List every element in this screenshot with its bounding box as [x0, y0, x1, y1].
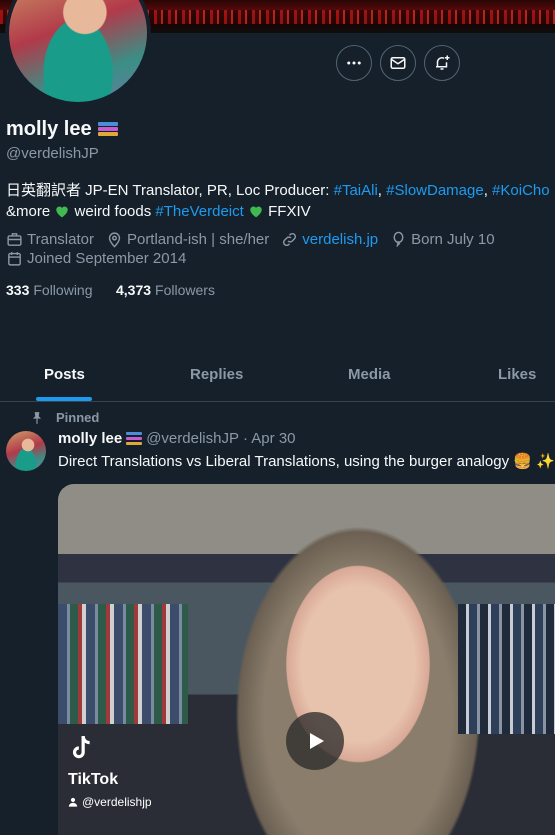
- followers-count: 4,373: [116, 282, 152, 298]
- bio-text: 日英翻訳者 JP-EN Translator, PR, Loc Producer…: [6, 182, 334, 199]
- meta-birthday-text: Born July 10: [411, 231, 495, 248]
- meta-job: Translator: [6, 231, 94, 248]
- followers-label: Followers: [155, 282, 215, 298]
- post-author-handle[interactable]: @verdelishJP: [146, 430, 239, 447]
- video-background-shelf: [458, 604, 555, 734]
- hashtag-link[interactable]: #KoiCho: [492, 182, 550, 199]
- tiktok-logo-icon: [72, 736, 90, 759]
- profile-avatar[interactable]: [5, 0, 151, 106]
- play-icon: [310, 733, 324, 749]
- post-text: Direct Translations vs Liberal Translati…: [58, 453, 555, 470]
- books-emoji-icon: [97, 121, 118, 139]
- books-emoji-icon: [126, 431, 143, 446]
- link-icon: [283, 232, 297, 247]
- bio-text: ,: [483, 182, 493, 199]
- tab-posts[interactable]: Posts: [44, 352, 85, 401]
- tiktok-username: @verdelishjp: [82, 795, 152, 809]
- active-tab-indicator: [36, 397, 92, 401]
- bio-text: &more: [6, 203, 55, 220]
- hashtag-link[interactable]: #TaiAli: [334, 182, 378, 199]
- bio-text: FFXIV: [263, 203, 311, 220]
- meta-website[interactable]: verdelish.jp: [281, 231, 378, 248]
- envelope-icon: [390, 57, 406, 69]
- meta-location: Portland-ish | she/her: [106, 231, 269, 248]
- play-button[interactable]: [286, 712, 344, 770]
- tiktok-brand: TikTok: [68, 771, 119, 788]
- following-count: 333: [6, 282, 30, 298]
- subscribe-notifications-button[interactable]: [424, 45, 460, 81]
- meta-joined-text: Joined September 2014: [27, 250, 187, 267]
- user-icon: [68, 797, 78, 807]
- location-pin-icon: [108, 232, 121, 248]
- pin-icon: [32, 411, 42, 424]
- video-background-shelf: [58, 604, 188, 724]
- followers-link[interactable]: 4,373 Followers: [116, 282, 215, 298]
- bell-plus-icon: [436, 55, 450, 70]
- bio-text: ,: [377, 182, 387, 199]
- profile-meta-row: Translator Portland-ish | she/her verdel…: [6, 231, 507, 248]
- balloon-icon: [393, 231, 404, 247]
- website-link[interactable]: verdelish.jp: [302, 231, 378, 248]
- green-heart-icon: [250, 206, 262, 218]
- calendar-icon: [8, 252, 21, 266]
- hashtag-link[interactable]: #SlowDamage: [386, 182, 484, 199]
- post-header: molly lee @verdelishJP · Apr 30: [58, 430, 296, 447]
- meta-joined: Joined September 2014: [6, 250, 186, 267]
- pinned-indicator: Pinned: [30, 410, 99, 425]
- profile-joined-row: Joined September 2014: [6, 250, 198, 267]
- tab-likes[interactable]: Likes: [498, 352, 536, 401]
- profile-handle: @verdelishJP: [6, 145, 99, 162]
- more-options-button[interactable]: [336, 45, 372, 81]
- tab-media[interactable]: Media: [348, 352, 391, 401]
- hashtag-link[interactable]: #TheVerdeict: [155, 203, 243, 220]
- message-button[interactable]: [380, 45, 416, 81]
- post-author-name[interactable]: molly lee: [58, 430, 122, 447]
- post-date[interactable]: · Apr 30: [243, 430, 296, 447]
- pinned-label: Pinned: [56, 410, 100, 425]
- meta-birthday: Born July 10: [390, 231, 495, 248]
- green-heart-icon: [56, 206, 69, 218]
- bio-text: weird foods: [70, 203, 156, 220]
- tiktok-user: @verdelishjp: [68, 795, 152, 809]
- more-icon: [347, 61, 361, 65]
- post-author-avatar[interactable]: [6, 431, 46, 471]
- profile-bio: 日英翻訳者 JP-EN Translator, PR, Loc Producer…: [6, 180, 555, 222]
- profile-name: molly lee: [6, 118, 118, 141]
- tab-replies[interactable]: Replies: [190, 352, 243, 401]
- meta-location-text: Portland-ish | she/her: [126, 231, 270, 248]
- profile-name-text: molly lee: [6, 118, 92, 140]
- profile-tabs: Posts Replies Media Likes: [0, 352, 555, 402]
- meta-job-text: Translator: [27, 231, 94, 248]
- following-label: Following: [33, 282, 93, 298]
- post-video[interactable]: TikTok @verdelishjp: [58, 484, 555, 835]
- following-link[interactable]: 333 Following: [6, 282, 93, 298]
- briefcase-icon: [7, 233, 22, 246]
- tiktok-watermark: TikTok @verdelishjp: [68, 734, 152, 809]
